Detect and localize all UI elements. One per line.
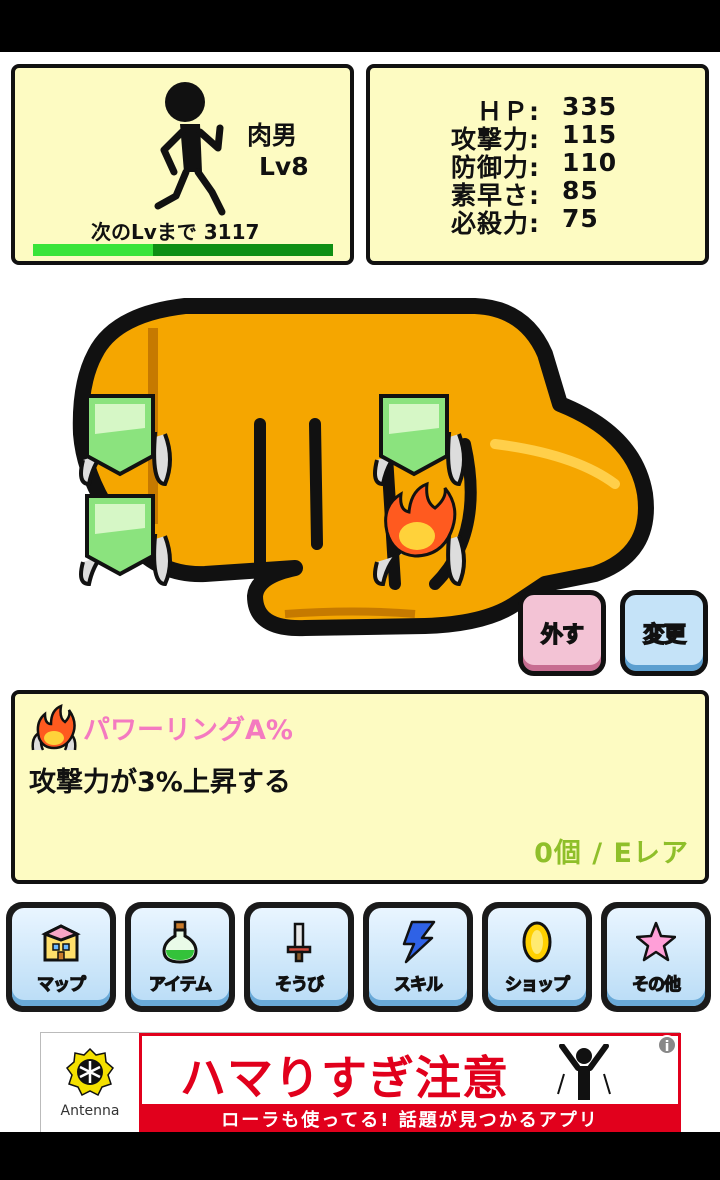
- player-name: 肉男: [247, 121, 298, 150]
- stat-special: 必殺力: 75: [390, 204, 700, 238]
- change-ring-label: 変更: [642, 622, 687, 649]
- menu-label: アイテム: [148, 974, 213, 995]
- ad-logo-area: Antenna: [41, 1033, 139, 1132]
- antenna-logo-icon: [65, 1047, 115, 1097]
- player-panel: 肉男 Lv8 次のLvまで 3117: [11, 64, 354, 265]
- menu-label: マップ: [36, 974, 86, 995]
- item-count-rarity: 0個 / Eレア: [534, 838, 689, 869]
- player-level: Lv8: [259, 152, 309, 181]
- fire-ring-icon: [31, 704, 77, 751]
- ad-headline: ハマりすぎ注意: [180, 1051, 509, 1105]
- stat-value: 85: [562, 176, 599, 205]
- change-ring-button[interactable]: 変更: [620, 590, 708, 676]
- remove-ring-button[interactable]: 外す: [518, 590, 606, 676]
- stickman-avatar-icon: [154, 82, 226, 216]
- item-description: 攻撃力が3%上昇する: [29, 767, 291, 798]
- ad-subline: ローラも使ってる! 話題が見つかるアプリ: [221, 1110, 599, 1131]
- exp-to-next-level: 次のLvまで 3117: [91, 220, 260, 244]
- potion-icon: [162, 920, 198, 964]
- cheering-person-icon: [557, 1044, 611, 1100]
- ad-info-icon[interactable]: i: [657, 1035, 677, 1055]
- lightning-icon: [402, 920, 436, 964]
- remove-ring-label: 外す: [540, 622, 585, 649]
- ad-creative[interactable]: ハマりすぎ注意 ローラも使ってる! 話題が見つかるアプリ: [139, 1033, 681, 1132]
- stat-hp: ＨＰ: 335: [390, 92, 700, 126]
- exp-bar-fill: [33, 244, 153, 256]
- item-detail-panel: パワーリングA% 攻撃力が3%上昇する 0個 / Eレア: [11, 690, 709, 884]
- ad-brand: Antenna: [60, 1103, 120, 1119]
- ad-strip: ローラも使ってる! 話題が見つかるアプリ: [142, 1104, 678, 1131]
- stat-speed: 素早さ: 85: [390, 176, 700, 210]
- menu-map-button[interactable]: マップ: [6, 902, 116, 1012]
- stat-value: 335: [562, 92, 618, 121]
- menu-label: その他: [631, 974, 681, 995]
- menu-skill-button[interactable]: スキル: [363, 902, 473, 1012]
- menu-other-button[interactable]: その他: [601, 902, 711, 1012]
- sword-icon: [286, 922, 312, 963]
- stats-panel: ＨＰ: 335 攻撃力: 115 防御力: 110 素早さ: 85 必殺力: 7…: [366, 64, 709, 265]
- stat-value: 110: [562, 148, 618, 177]
- menu-label: ショップ: [504, 974, 570, 995]
- stat-value: 75: [562, 204, 599, 233]
- stat-attack: 攻撃力: 115: [390, 120, 700, 154]
- star-icon: [636, 921, 676, 962]
- menu-shop-button[interactable]: ショップ: [482, 902, 592, 1012]
- stat-label: 必殺力:: [451, 209, 540, 238]
- stat-value: 115: [562, 120, 618, 149]
- item-name: パワーリングA%: [83, 715, 293, 746]
- exp-bar: [33, 244, 333, 256]
- menu-item-button[interactable]: アイテム: [125, 902, 235, 1012]
- map-icon: [41, 924, 81, 962]
- ad-banner[interactable]: Antenna ハマりすぎ注意 ローラも使ってる! 話題が見つかるアプリ i: [40, 1032, 681, 1132]
- game-screen: 肉男 Lv8 次のLvまで 3117 ＨＰ: 335 攻撃力: 115 防御力:…: [0, 52, 720, 1132]
- menu-label: スキル: [393, 974, 443, 995]
- menu-equip-button[interactable]: そうび: [244, 902, 354, 1012]
- stat-defense: 防御力: 110: [390, 148, 700, 182]
- coin-icon: [522, 921, 552, 963]
- menu-label: そうび: [274, 974, 324, 995]
